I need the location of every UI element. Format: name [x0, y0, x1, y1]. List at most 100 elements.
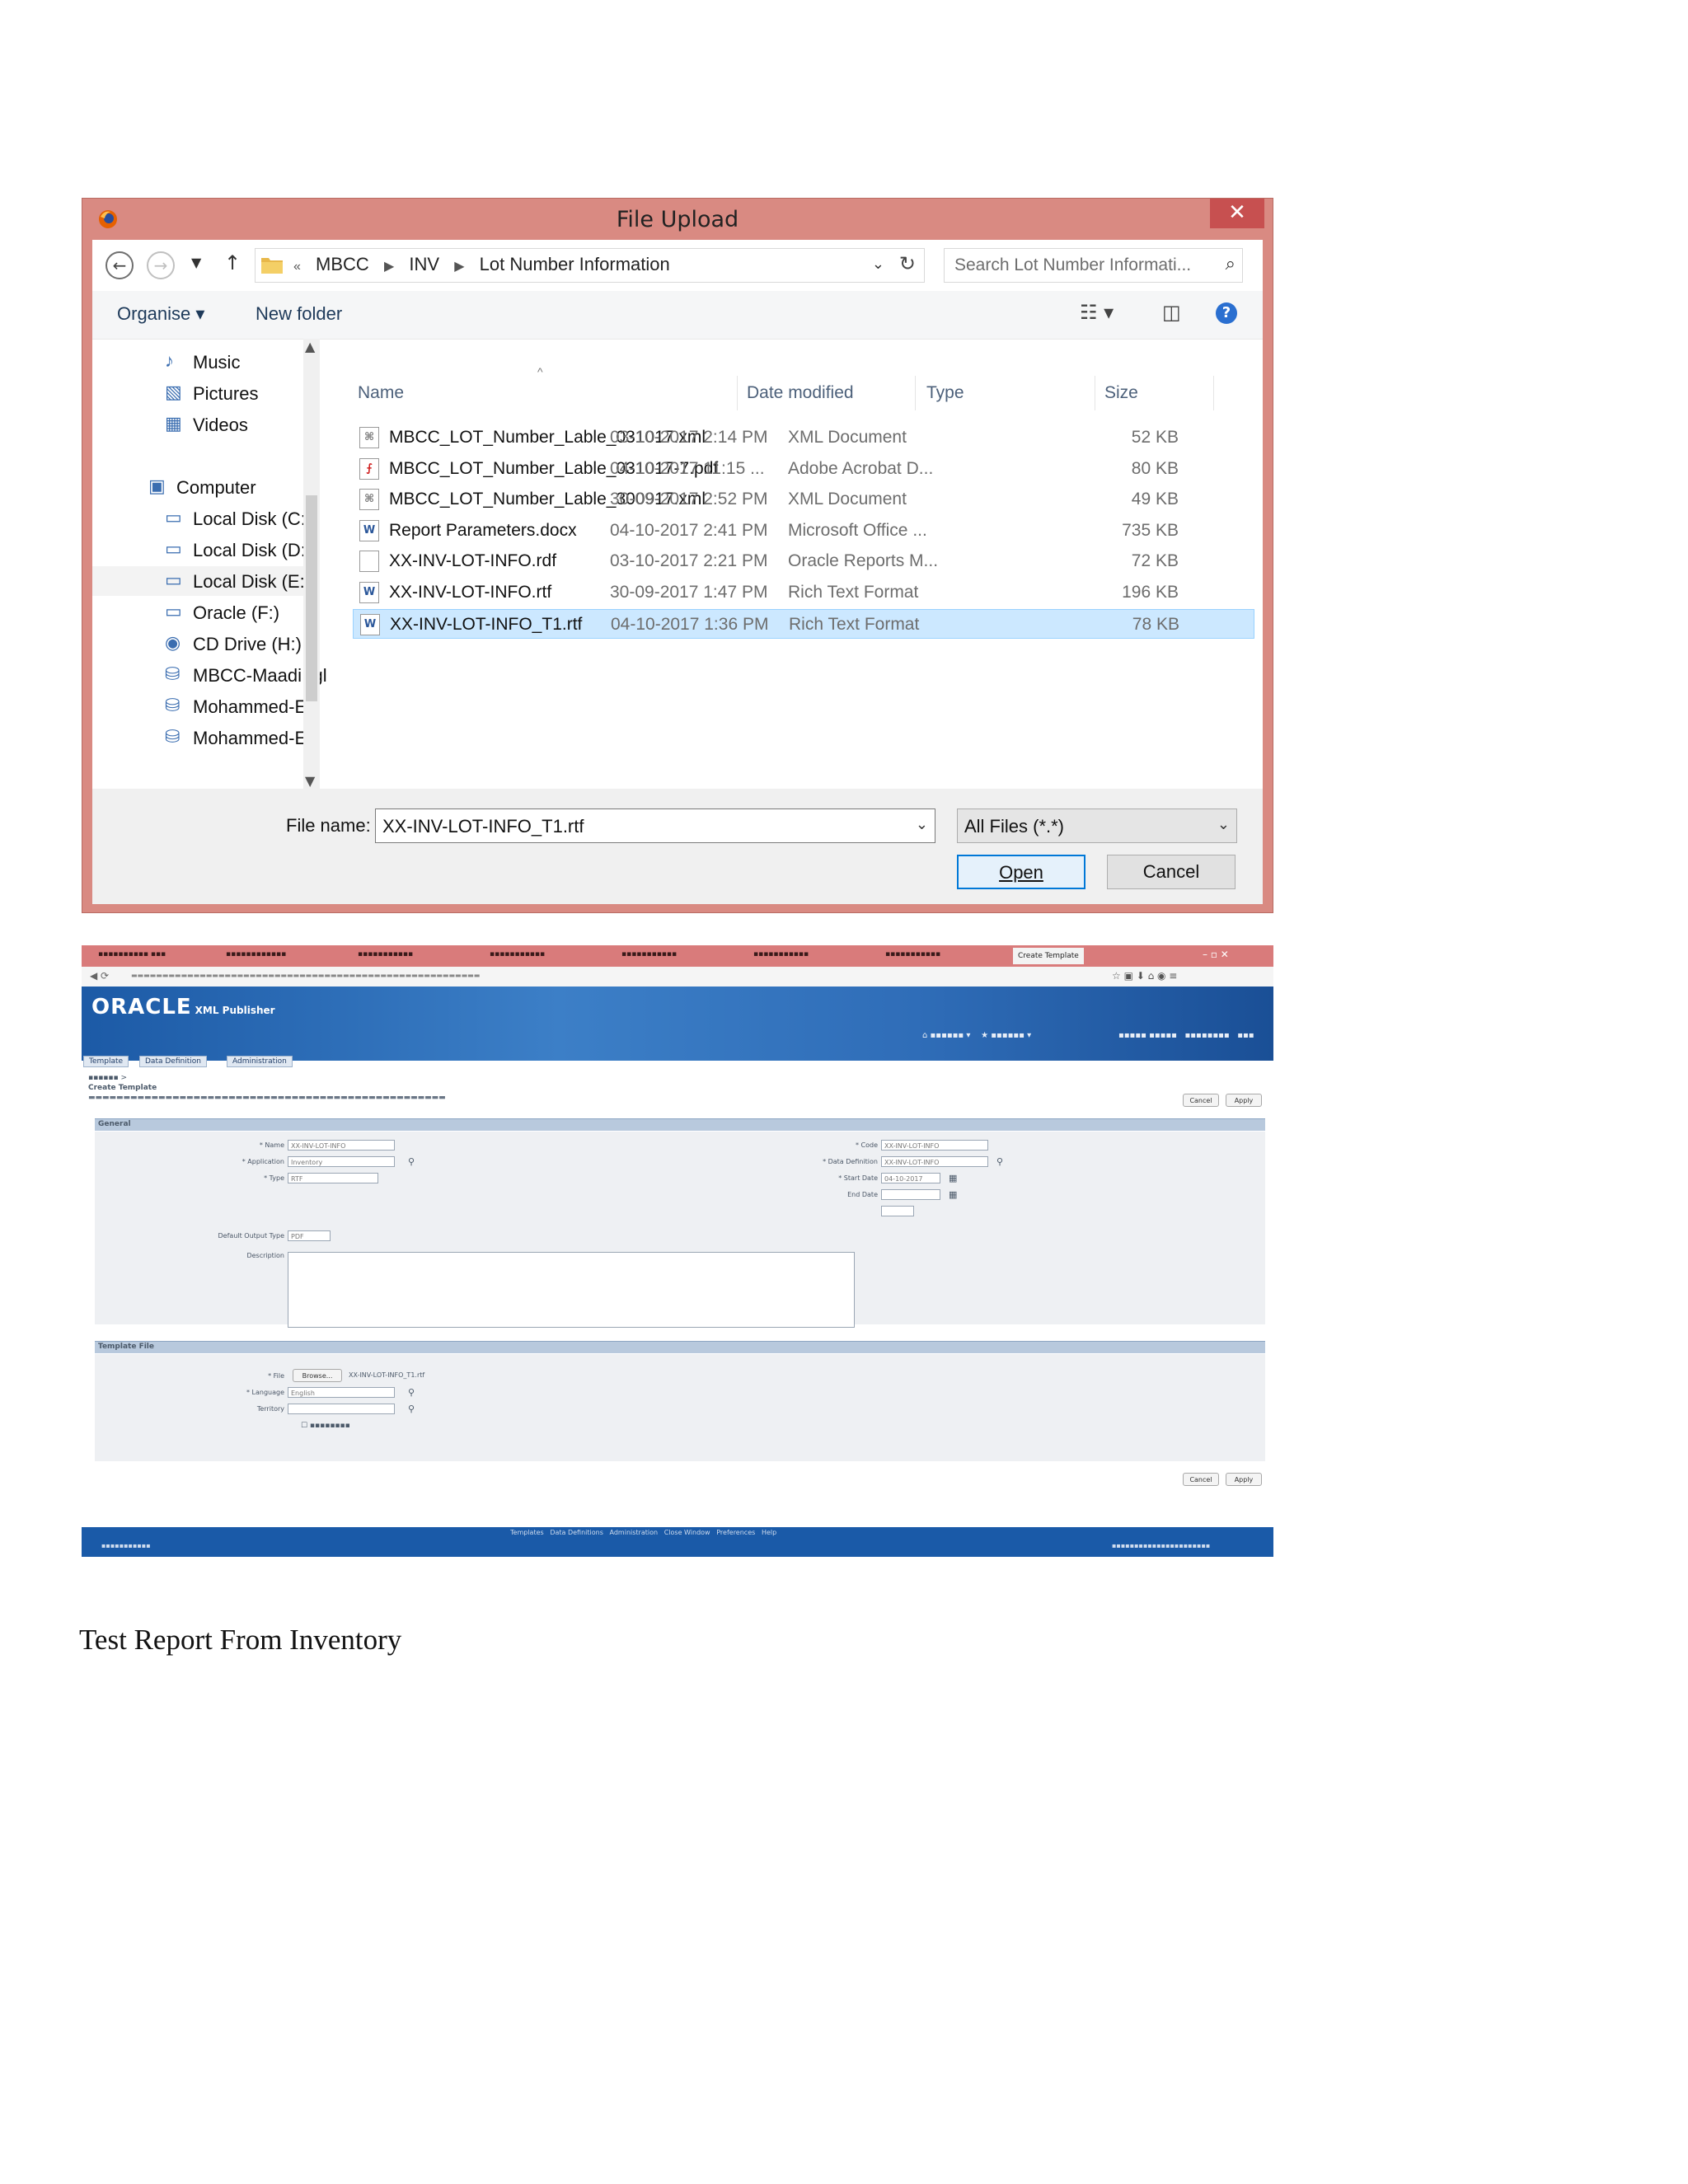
file-row[interactable]: W XX-INV-LOT-INFO.rtf 30-09-2017 1:47 PM Ri…: [353, 578, 1254, 607]
footer-link-help[interactable]: Help: [762, 1529, 776, 1536]
file-row[interactable]: ⌘ MBCC_LOT_Number_Lable_300917.xml 30-09-2…: [353, 485, 1254, 514]
search-icon[interactable]: ⚲: [996, 1156, 1003, 1167]
chevron-down-icon[interactable]: ⌄: [1217, 816, 1230, 833]
privacy-statement-link[interactable]: ▪▪▪▪▪▪▪▪▪▪▪: [101, 1542, 151, 1549]
footer-link-templates[interactable]: Templates: [510, 1529, 544, 1536]
column-header-name[interactable]: Name: [358, 383, 404, 403]
help-icon[interactable]: ?: [1216, 302, 1237, 324]
column-header-date[interactable]: Date modified: [747, 383, 854, 403]
browser-tab-active[interactable]: Create Template: [1013, 948, 1084, 964]
recent-locations-chevron-icon[interactable]: ▼: [191, 255, 201, 270]
code-field[interactable]: XX-INV-LOT-INFO: [881, 1140, 988, 1151]
cancel-button[interactable]: Cancel: [1107, 855, 1236, 889]
scroll-thumb[interactable]: [306, 495, 317, 701]
nav-item-pictures[interactable]: Pictures: [193, 383, 258, 405]
breadcrumb-inv[interactable]: INV: [409, 254, 439, 274]
search-box[interactable]: Search Lot Number Informati... ⌕: [944, 248, 1243, 283]
search-icon[interactable]: ⚲: [408, 1156, 415, 1167]
back-icon[interactable]: ◀ ⟳: [90, 970, 109, 982]
column-header-size[interactable]: Size: [1104, 383, 1138, 403]
organise-menu[interactable]: Organise ▾: [117, 303, 204, 325]
refresh-icon[interactable]: ↻: [899, 252, 916, 275]
start-date-field[interactable]: 04-10-2017: [881, 1173, 940, 1183]
territory-field[interactable]: [288, 1404, 395, 1414]
apply-button[interactable]: Apply: [1226, 1094, 1262, 1107]
breadcrumb-mbcc[interactable]: MBCC: [316, 254, 369, 274]
back-button[interactable]: ←: [106, 251, 134, 279]
browser-toolbar-icons[interactable]: ☆ ▣ ⬇ ⌂ ◉ ≡: [1112, 970, 1177, 982]
browse-button[interactable]: Browse...: [293, 1369, 342, 1382]
browser-tab[interactable]: ▪▪▪▪▪▪▪▪▪▪▪: [358, 950, 413, 958]
nav-item-oracle-f[interactable]: Oracle (F:): [193, 602, 279, 624]
tab-data-definition[interactable]: Data Definition: [139, 1056, 207, 1067]
browser-tab[interactable]: ▪▪▪▪▪▪▪▪▪▪▪: [490, 950, 545, 958]
window-controls[interactable]: – ▫ ✕: [1203, 949, 1229, 960]
scroll-down-icon[interactable]: ▼: [305, 773, 315, 789]
footer-links[interactable]: Templates Data Definitions Administratio…: [510, 1529, 776, 1536]
scroll-up-icon[interactable]: ▲: [305, 339, 315, 354]
language-field[interactable]: English: [288, 1387, 395, 1398]
nav-item-local-disk-c[interactable]: Local Disk (C:): [193, 509, 312, 530]
type-select[interactable]: RTF: [288, 1173, 378, 1183]
browser-tab[interactable]: ▪▪▪▪▪▪▪▪▪▪▪▪: [226, 950, 286, 958]
file-row[interactable]: ⨍ MBCC_LOT_Number_Lable_031017-7.pdf 04-10…: [353, 454, 1254, 484]
cancel-button-bottom[interactable]: Cancel: [1183, 1473, 1219, 1486]
file-name-field[interactable]: XX-INV-LOT-INFO_T1.rtf ⌄: [375, 808, 935, 843]
nav-item-mohammed-elg-2[interactable]: Mohammed-Elg: [193, 728, 321, 749]
open-button[interactable]: Open: [957, 855, 1085, 889]
chevron-down-icon[interactable]: ⌄: [916, 816, 928, 833]
name-field[interactable]: XX-INV-LOT-INFO: [288, 1140, 395, 1151]
browser-tab[interactable]: ▪▪▪▪▪▪▪▪▪▪▪: [753, 950, 809, 958]
browser-url-bar[interactable]: ◀ ⟳ ▬▬▬▬▬▬▬▬▬▬▬▬▬▬▬▬▬▬▬▬▬▬▬▬▬▬▬▬▬▬▬▬▬▬▬▬…: [82, 967, 1273, 987]
forward-button[interactable]: →: [147, 251, 175, 279]
navigation-scrollbar[interactable]: ▲ ▼: [303, 339, 320, 789]
address-dropdown-icon[interactable]: ⌄: [872, 255, 884, 273]
page-breadcrumb[interactable]: ▪▪▪▪▪▪ >: [88, 1074, 127, 1082]
application-field[interactable]: Inventory: [288, 1156, 395, 1167]
browser-tab[interactable]: ▪▪▪▪▪▪▪▪▪▪▪: [621, 950, 677, 958]
end-date-field[interactable]: [881, 1189, 940, 1200]
global-links[interactable]: ▪▪▪▪▪ ▪▪▪▪▪ ▪▪▪▪▪▪▪▪ ▪▪▪: [1118, 1031, 1254, 1040]
file-row[interactable]: ⌘ MBCC_LOT_Number_Lable_031017.xml 03-10-2…: [353, 423, 1254, 452]
search-icon[interactable]: ⚲: [408, 1404, 415, 1414]
default-output-select[interactable]: PDF: [288, 1230, 331, 1241]
footer-link-preferences[interactable]: Preferences: [716, 1529, 755, 1536]
calendar-icon[interactable]: ▦: [949, 1189, 957, 1200]
view-options-icon[interactable]: ☷ ▾: [1080, 301, 1114, 324]
tab-administration[interactable]: Administration: [227, 1056, 293, 1067]
navigator-link[interactable]: ⌂ ▪▪▪▪▪▪ ▾ ★ ▪▪▪▪▪▪ ▾: [922, 1031, 1031, 1040]
address-bar[interactable]: « MBCC ▶ INV ▶ Lot Number Information ⌄ …: [255, 248, 925, 283]
data-definition-field[interactable]: XX-INV-LOT-INFO: [881, 1156, 988, 1167]
nav-item-computer[interactable]: Computer: [176, 477, 256, 499]
subtemplate-select[interactable]: [881, 1206, 914, 1216]
preview-pane-icon[interactable]: ◫: [1162, 301, 1181, 324]
footer-link-administration[interactable]: Administration: [610, 1529, 659, 1536]
file-type-filter[interactable]: All Files (*.*) ⌄: [957, 808, 1237, 843]
file-row[interactable]: XX-INV-LOT-INFO.rdf 03-10-2017 2:21 PM Ora…: [353, 546, 1254, 576]
column-header-type[interactable]: Type: [926, 383, 964, 403]
cancel-button[interactable]: Cancel: [1183, 1094, 1219, 1107]
nav-item-mohammed-elg-1[interactable]: Mohammed-Elg: [193, 696, 321, 718]
nav-item-cd-drive-h[interactable]: CD Drive (H:): [193, 634, 302, 655]
nav-item-local-disk-d[interactable]: Local Disk (D:): [193, 540, 312, 561]
file-row-selected[interactable]: W XX-INV-LOT-INFO_T1.rtf 04-10-2017 1:36 P…: [353, 608, 1254, 639]
up-arrow-icon[interactable]: ↑: [224, 251, 241, 274]
new-folder-button[interactable]: New folder: [256, 303, 342, 325]
breadcrumb-overflow[interactable]: «: [293, 260, 301, 274]
footer-link-close-window[interactable]: Close Window: [664, 1529, 710, 1536]
calendar-icon[interactable]: ▦: [949, 1173, 957, 1183]
search-icon[interactable]: ⌕: [1226, 254, 1236, 274]
nav-item-local-disk-e[interactable]: Local Disk (E:): [193, 571, 311, 593]
nav-item-music[interactable]: Music: [193, 352, 240, 373]
browser-tab[interactable]: ▪▪▪▪▪▪▪▪▪▪▪: [885, 950, 940, 958]
close-button[interactable]: ✕: [1210, 199, 1264, 228]
footer-link-data-definitions[interactable]: Data Definitions: [550, 1529, 603, 1536]
tab-template[interactable]: Template: [83, 1056, 129, 1067]
translatable-checkbox[interactable]: ☐ ▪▪▪▪▪▪▪▪: [301, 1422, 350, 1430]
browser-tab[interactable]: ▪▪▪▪▪▪▪▪▪▪ ▪▪▪: [98, 950, 166, 958]
file-row[interactable]: W Report Parameters.docx 04-10-2017 2:41 P…: [353, 516, 1254, 546]
description-field[interactable]: [288, 1252, 855, 1328]
nav-item-videos[interactable]: Videos: [193, 415, 248, 436]
breadcrumb-lot-number-information[interactable]: Lot Number Information: [480, 254, 670, 274]
search-icon[interactable]: ⚲: [408, 1387, 415, 1398]
